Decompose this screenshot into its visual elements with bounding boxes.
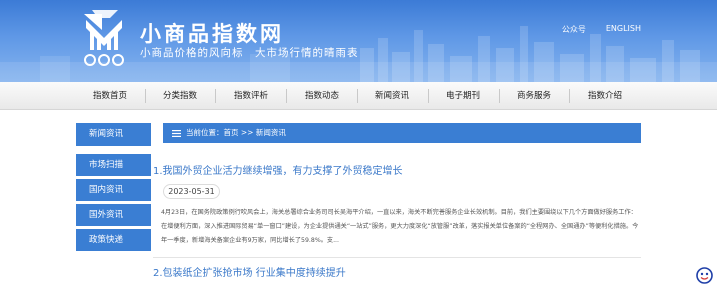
breadcrumb-home-link[interactable]: 首页 [224,128,239,137]
wechat-official-account-link[interactable]: 公众号 [562,24,586,35]
article-title-link[interactable]: 2.包装纸企扩张抢市场 行业集中度持续提升 [153,264,346,279]
nav-item-index-home[interactable]: 指数首页 [93,82,127,110]
nav-item-index-news[interactable]: 指数动态 [305,82,339,110]
sidebar-item-domestic-news[interactable]: 国内资讯 [76,179,151,201]
nav-item-business-services[interactable]: 商务服务 [517,82,551,110]
site-title: 小商品指数网 [140,21,284,46]
nav-item-e-journal[interactable]: 电子期刊 [446,82,480,110]
article-title-link[interactable]: 1.我国外贸企业活力继续增强，有力支撑了外贸稳定增长 [153,162,403,177]
sidebar-item-foreign-news[interactable]: 国外资讯 [76,204,151,226]
sidebar-heading: 新闻资讯 [76,123,151,146]
nav-divider [215,89,216,103]
main-nav: 指数首页 分类指数 指数评析 指数动态 新闻资讯 电子期刊 商务服务 指数介绍 [0,82,717,110]
english-link[interactable]: ENGLISH [606,24,641,35]
site-slogan: 小商品价格的风向标 大市场行情的晴雨表 [140,47,359,59]
nav-divider [357,89,358,103]
article-summary: 4月23日，在国务院政策例行吹风会上，海关总署综合业务司司长吴海平介绍，一直以来… [161,209,639,244]
nav-divider [569,89,570,103]
article-date-badge: 2023-05-31 [163,184,220,199]
header-banner: 小商品指数网 小商品价格的风向标 大市场行情的晴雨表 公众号 ENGLISH [0,0,717,82]
nav-item-category-index[interactable]: 分类指数 [163,82,197,110]
breadcrumb-prefix: 当前位置： [186,128,224,137]
sidebar-item-policy-express[interactable]: 政策快递 [76,229,151,251]
site-logo[interactable] [78,8,130,68]
nav-divider [499,89,500,103]
breadcrumb: 当前位置：首页 >> 新闻资讯 [163,123,641,143]
breadcrumb-separator: >> [240,128,254,137]
nav-divider [145,89,146,103]
sidebar-item-market-scan[interactable]: 市场扫描 [76,154,151,176]
nav-item-about-index[interactable]: 指数介绍 [588,82,622,110]
nav-divider [286,89,287,103]
nav-item-index-analysis[interactable]: 指数评析 [234,82,268,110]
breadcrumb-current[interactable]: 新闻资讯 [256,128,286,137]
smiley-icon[interactable] [696,267,713,284]
article-divider [153,257,641,258]
top-links: 公众号 ENGLISH [562,24,641,35]
nav-item-news[interactable]: 新闻资讯 [375,82,409,110]
nav-divider [428,89,429,103]
list-icon [172,129,181,137]
logo-icon [84,10,124,66]
